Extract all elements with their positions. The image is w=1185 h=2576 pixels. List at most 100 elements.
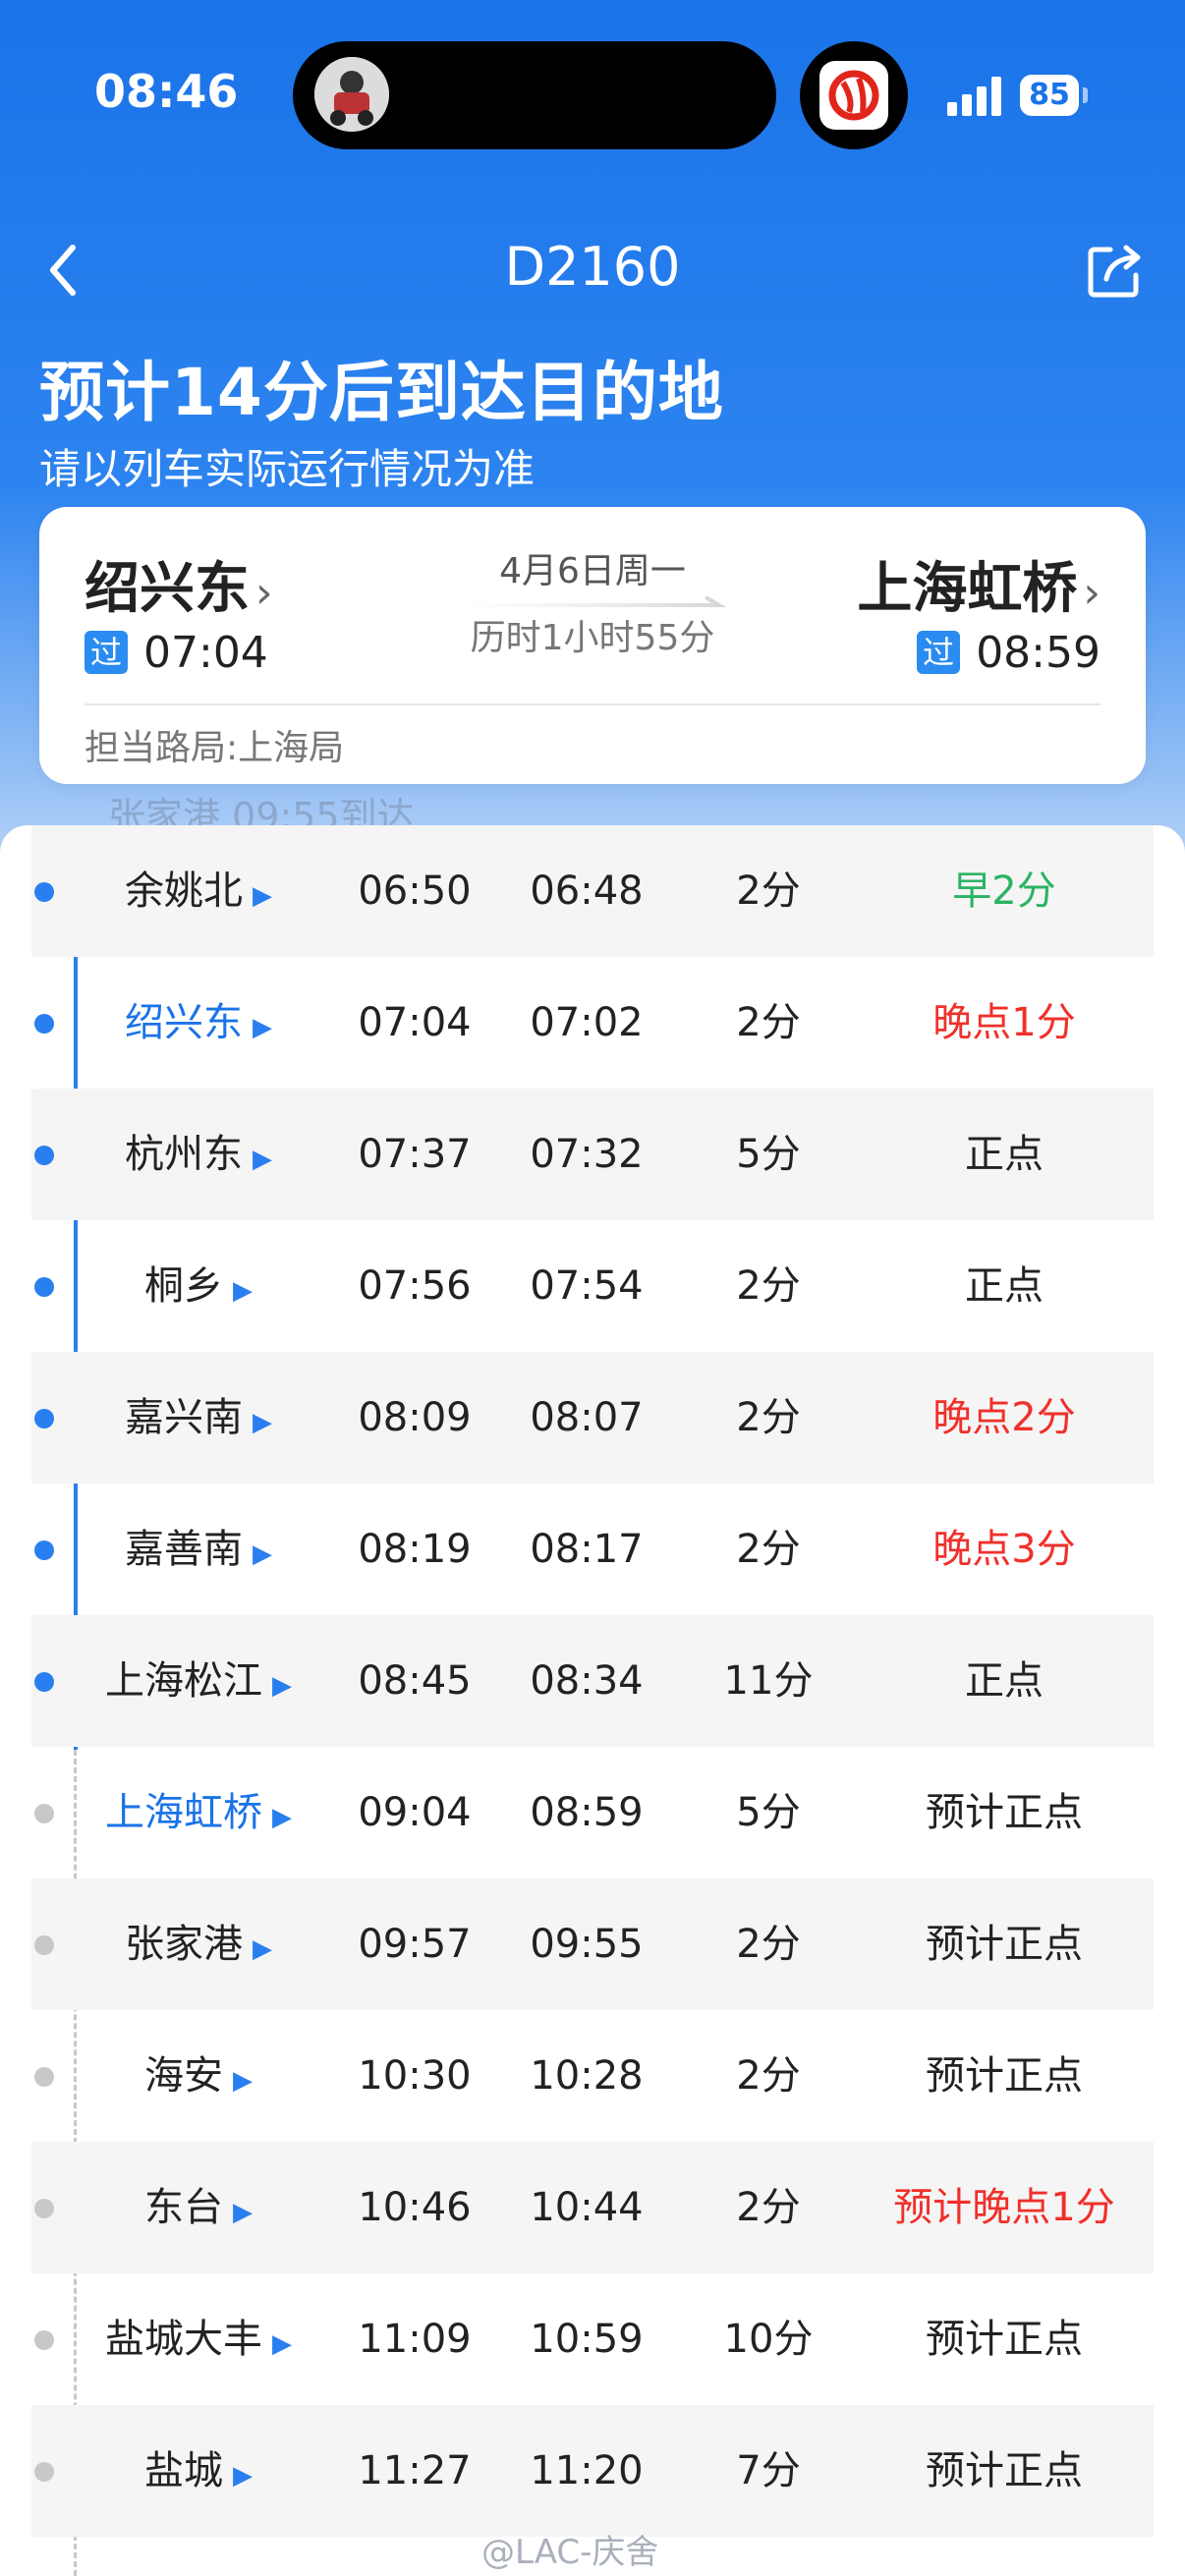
battery-level: 85 xyxy=(1029,78,1070,112)
stop-name: 盐城 xyxy=(144,2448,223,2493)
stop-name-cell[interactable]: 绍兴东 ▶ xyxy=(90,957,307,1089)
stop-duration: 10分 xyxy=(723,2317,814,2362)
stop-name: 上海松江 xyxy=(105,1658,262,1704)
expand-triangle-icon[interactable]: ▶ xyxy=(233,2066,253,2096)
stop-duration: 2分 xyxy=(736,1000,801,1045)
stop-row[interactable]: 绍兴东 ▶ 07:04 07:02 2分 晚点1分 xyxy=(31,957,1154,1089)
disclaimer-text: 请以列车实际运行情况为准 xyxy=(39,445,536,493)
stop-duration: 2分 xyxy=(736,1263,801,1309)
travel-duration: 历时1小时55分 xyxy=(470,618,715,658)
arrival-time: 07:56 xyxy=(358,1263,472,1309)
stop-duration: 2分 xyxy=(736,1527,801,1572)
expand-triangle-icon[interactable]: ▶ xyxy=(253,1934,272,1964)
expand-triangle-icon[interactable]: ▶ xyxy=(272,1803,292,1832)
stop-name-cell[interactable]: 盐城大丰 ▶ xyxy=(90,2273,307,2405)
stop-name-cell[interactable]: 海安 ▶ xyxy=(90,2010,307,2142)
departure-time: 10:44 xyxy=(530,2185,644,2230)
arrival-time: 06:50 xyxy=(358,868,472,914)
stop-duration: 5分 xyxy=(736,1790,801,1835)
stop-name-cell[interactable]: 张家港 ▶ xyxy=(90,1878,307,2010)
arrival-time: 07:37 xyxy=(358,1132,472,1177)
stop-duration: 11分 xyxy=(723,1658,814,1704)
passed-stop-dot xyxy=(34,1277,54,1297)
departure-time: 08:34 xyxy=(530,1658,644,1704)
expand-triangle-icon[interactable]: ▶ xyxy=(253,1145,272,1174)
stop-name: 东台 xyxy=(144,2185,223,2230)
stop-name: 桐乡 xyxy=(144,1263,223,1309)
stop-name: 嘉善南 xyxy=(125,1527,243,1572)
stop-row[interactable]: 杭州东 ▶ 07:37 07:32 5分 正点 xyxy=(31,1089,1154,1220)
stop-name-cell[interactable]: 嘉善南 ▶ xyxy=(90,1484,307,1615)
delay-status: 预计晚点1分 xyxy=(893,2185,1115,2230)
upcoming-stop-dot xyxy=(34,2330,54,2350)
stop-row[interactable]: 盐城 ▶ 11:27 11:20 7分 预计正点 xyxy=(31,2405,1154,2537)
delay-status: 正点 xyxy=(965,1658,1044,1704)
delay-status: 正点 xyxy=(965,1263,1044,1309)
departure-time: 08:07 xyxy=(530,1395,644,1440)
live-activity-app-icon[interactable] xyxy=(800,41,908,149)
expand-triangle-icon[interactable]: ▶ xyxy=(253,881,272,911)
delay-status: 正点 xyxy=(965,1132,1044,1177)
stop-name-cell[interactable]: 余姚北 ▶ xyxy=(90,825,307,957)
stop-name-cell[interactable]: 上海松江 ▶ xyxy=(90,1615,307,1747)
stop-name: 余姚北 xyxy=(125,868,243,914)
stop-row[interactable]: 嘉兴南 ▶ 08:09 08:07 2分 晚点2分 xyxy=(31,1352,1154,1484)
stop-name-cell[interactable]: 嘉兴南 ▶ xyxy=(90,1352,307,1484)
stop-duration: 5分 xyxy=(736,1132,801,1177)
stop-row[interactable]: 嘉善南 ▶ 08:19 08:17 2分 晚点3分 xyxy=(31,1484,1154,1615)
departure-time: 08:17 xyxy=(530,1527,644,1572)
stop-name-cell[interactable]: 盐城 ▶ xyxy=(90,2405,307,2537)
expand-triangle-icon[interactable]: ▶ xyxy=(253,1013,272,1042)
stop-duration: 2分 xyxy=(736,2185,801,2230)
departure-time: 07:02 xyxy=(530,1000,644,1045)
stop-name: 嘉兴南 xyxy=(125,1395,243,1440)
arrival-time: 08:09 xyxy=(358,1395,472,1440)
expand-triangle-icon[interactable]: ▶ xyxy=(272,1671,292,1701)
stop-name: 上海虹桥 xyxy=(105,1790,262,1835)
stop-name-cell[interactable]: 上海虹桥 ▶ xyxy=(90,1747,307,1878)
expand-triangle-icon[interactable]: ▶ xyxy=(233,1276,253,1306)
expand-triangle-icon[interactable]: ▶ xyxy=(272,2329,292,2359)
watermark-text: @LAC-庆舍 xyxy=(481,2533,659,2572)
expand-triangle-icon[interactable]: ▶ xyxy=(233,2198,253,2227)
stop-name-cell[interactable]: 东台 ▶ xyxy=(90,2142,307,2273)
expand-triangle-icon[interactable]: ▶ xyxy=(253,1408,272,1437)
stop-row[interactable]: 张家港 ▶ 09:57 09:55 2分 预计正点 xyxy=(31,1878,1154,2010)
stop-row[interactable]: 海安 ▶ 10:30 10:28 2分 预计正点 xyxy=(31,2010,1154,2142)
stop-row[interactable]: 上海松江 ▶ 08:45 08:34 11分 正点 xyxy=(31,1615,1154,1747)
stop-schedule-panel: 余姚北 ▶ 06:50 06:48 2分 早2分 绍兴东 ▶ 07:04 07:02 2分 晚点1分杭… xyxy=(0,825,1185,2576)
stop-row[interactable]: 东台 ▶ 10:46 10:44 2分 预计晚点1分 xyxy=(31,2142,1154,2273)
stop-duration: 2分 xyxy=(736,868,801,914)
stop-row[interactable]: 余姚北 ▶ 06:50 06:48 2分 早2分 xyxy=(31,825,1154,957)
travel-date: 4月6日周一 xyxy=(499,551,686,591)
stop-name-cell[interactable]: 桐乡 ▶ xyxy=(90,1220,307,1352)
passed-stop-dot xyxy=(34,1409,54,1428)
stop-name: 张家港 xyxy=(125,1922,243,1967)
arrival-time: 10:30 xyxy=(358,2053,472,2099)
arrival-time: 10:46 xyxy=(358,2185,472,2230)
upcoming-stop-dot xyxy=(34,2462,54,2482)
stop-name: 绍兴东 xyxy=(125,1000,243,1045)
passed-stop-dot xyxy=(34,1672,54,1692)
stop-row[interactable]: 盐城大丰 ▶ 11:09 10:59 10分 预计正点 xyxy=(31,2273,1154,2405)
expand-triangle-icon[interactable]: ▶ xyxy=(253,1540,272,1569)
share-icon[interactable] xyxy=(1081,236,1150,305)
delay-status: 早2分 xyxy=(952,868,1056,914)
passed-stop-dot xyxy=(34,1540,54,1560)
delay-status: 晚点2分 xyxy=(932,1395,1076,1440)
stop-duration: 2分 xyxy=(736,2053,801,2099)
airline-logo-icon xyxy=(819,61,888,130)
stop-row[interactable]: 上海虹桥 ▶ 09:04 08:59 5分 预计正点 xyxy=(31,1747,1154,1878)
departure-time: 10:28 xyxy=(530,2053,644,2099)
delay-status: 预计正点 xyxy=(926,1922,1083,1967)
stop-row[interactable]: 桐乡 ▶ 07:56 07:54 2分 正点 xyxy=(31,1220,1154,1352)
delay-status: 晚点1分 xyxy=(932,1000,1076,1045)
stop-list: 余姚北 ▶ 06:50 06:48 2分 早2分 绍兴东 ▶ 07:04 07:02 2分 晚点1分杭… xyxy=(31,825,1154,2537)
stop-name-cell[interactable]: 杭州东 ▶ xyxy=(90,1089,307,1220)
departure-time: 08:59 xyxy=(530,1790,644,1835)
departure-time: 09:55 xyxy=(530,1922,644,1967)
arrival-countdown: 预计14分后到达目的地 xyxy=(39,355,724,430)
upcoming-stop-dot xyxy=(34,2199,54,2218)
dynamic-island[interactable] xyxy=(293,41,776,149)
expand-triangle-icon[interactable]: ▶ xyxy=(233,2461,253,2491)
